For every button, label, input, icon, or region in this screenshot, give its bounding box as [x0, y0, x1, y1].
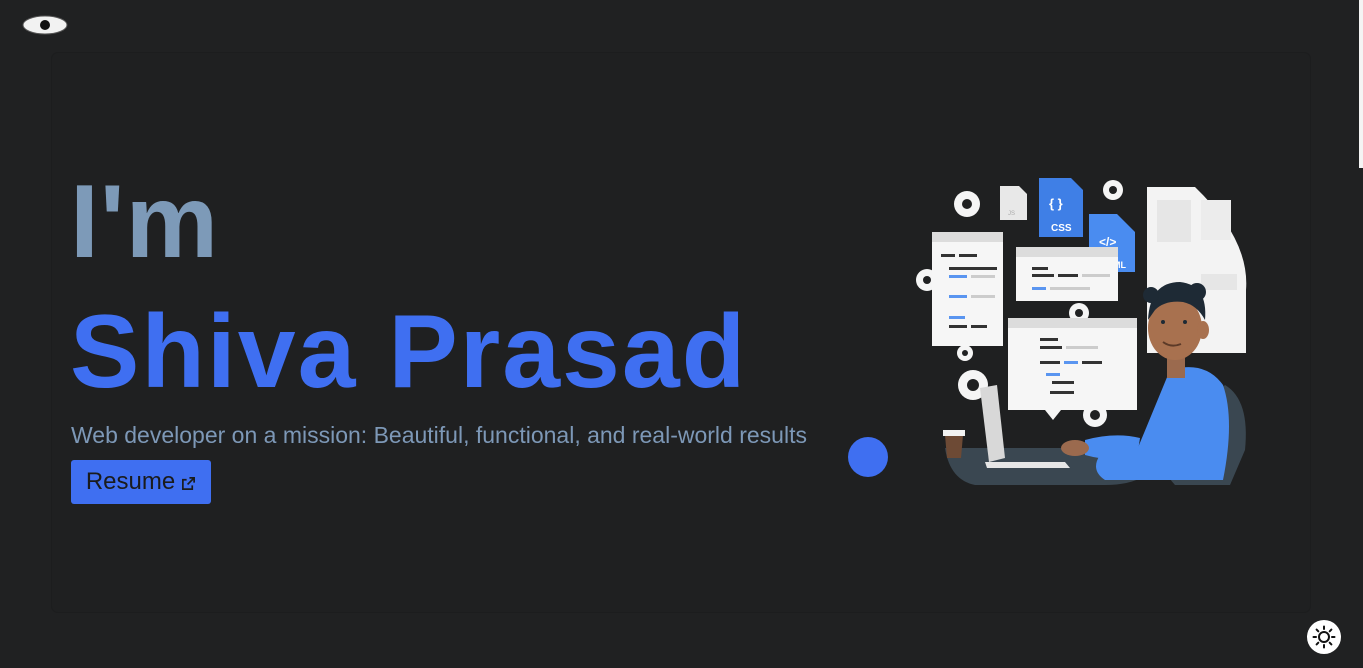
code-window-left	[932, 232, 1003, 346]
code-window-middle	[1016, 247, 1118, 301]
eye-icon[interactable]	[22, 15, 68, 35]
name-heading: Shiva Prasad	[70, 294, 748, 410]
theme-toggle-button[interactable]	[1307, 620, 1341, 654]
coffee-cup	[945, 435, 963, 458]
resume-label: Resume	[85, 468, 176, 495]
svg-text:JS: JS	[1008, 211, 1015, 217]
external-link-icon	[182, 476, 196, 490]
intro-heading: I'm	[70, 164, 220, 280]
scrollbar-edge	[1359, 0, 1363, 168]
resume-button[interactable]: Resume	[71, 460, 211, 504]
svg-text:</>: </>	[1099, 235, 1116, 249]
code-window-bottom	[1008, 318, 1137, 420]
decorative-dot	[848, 437, 888, 477]
tagline: Web developer on a mission: Beautiful, f…	[71, 422, 807, 448]
developer-illustration: JS { } CSS </> ML	[916, 178, 1247, 485]
svg-text:{ }: { }	[1049, 196, 1063, 211]
sun-icon	[1312, 625, 1336, 649]
svg-text:CSS: CSS	[1051, 223, 1072, 234]
